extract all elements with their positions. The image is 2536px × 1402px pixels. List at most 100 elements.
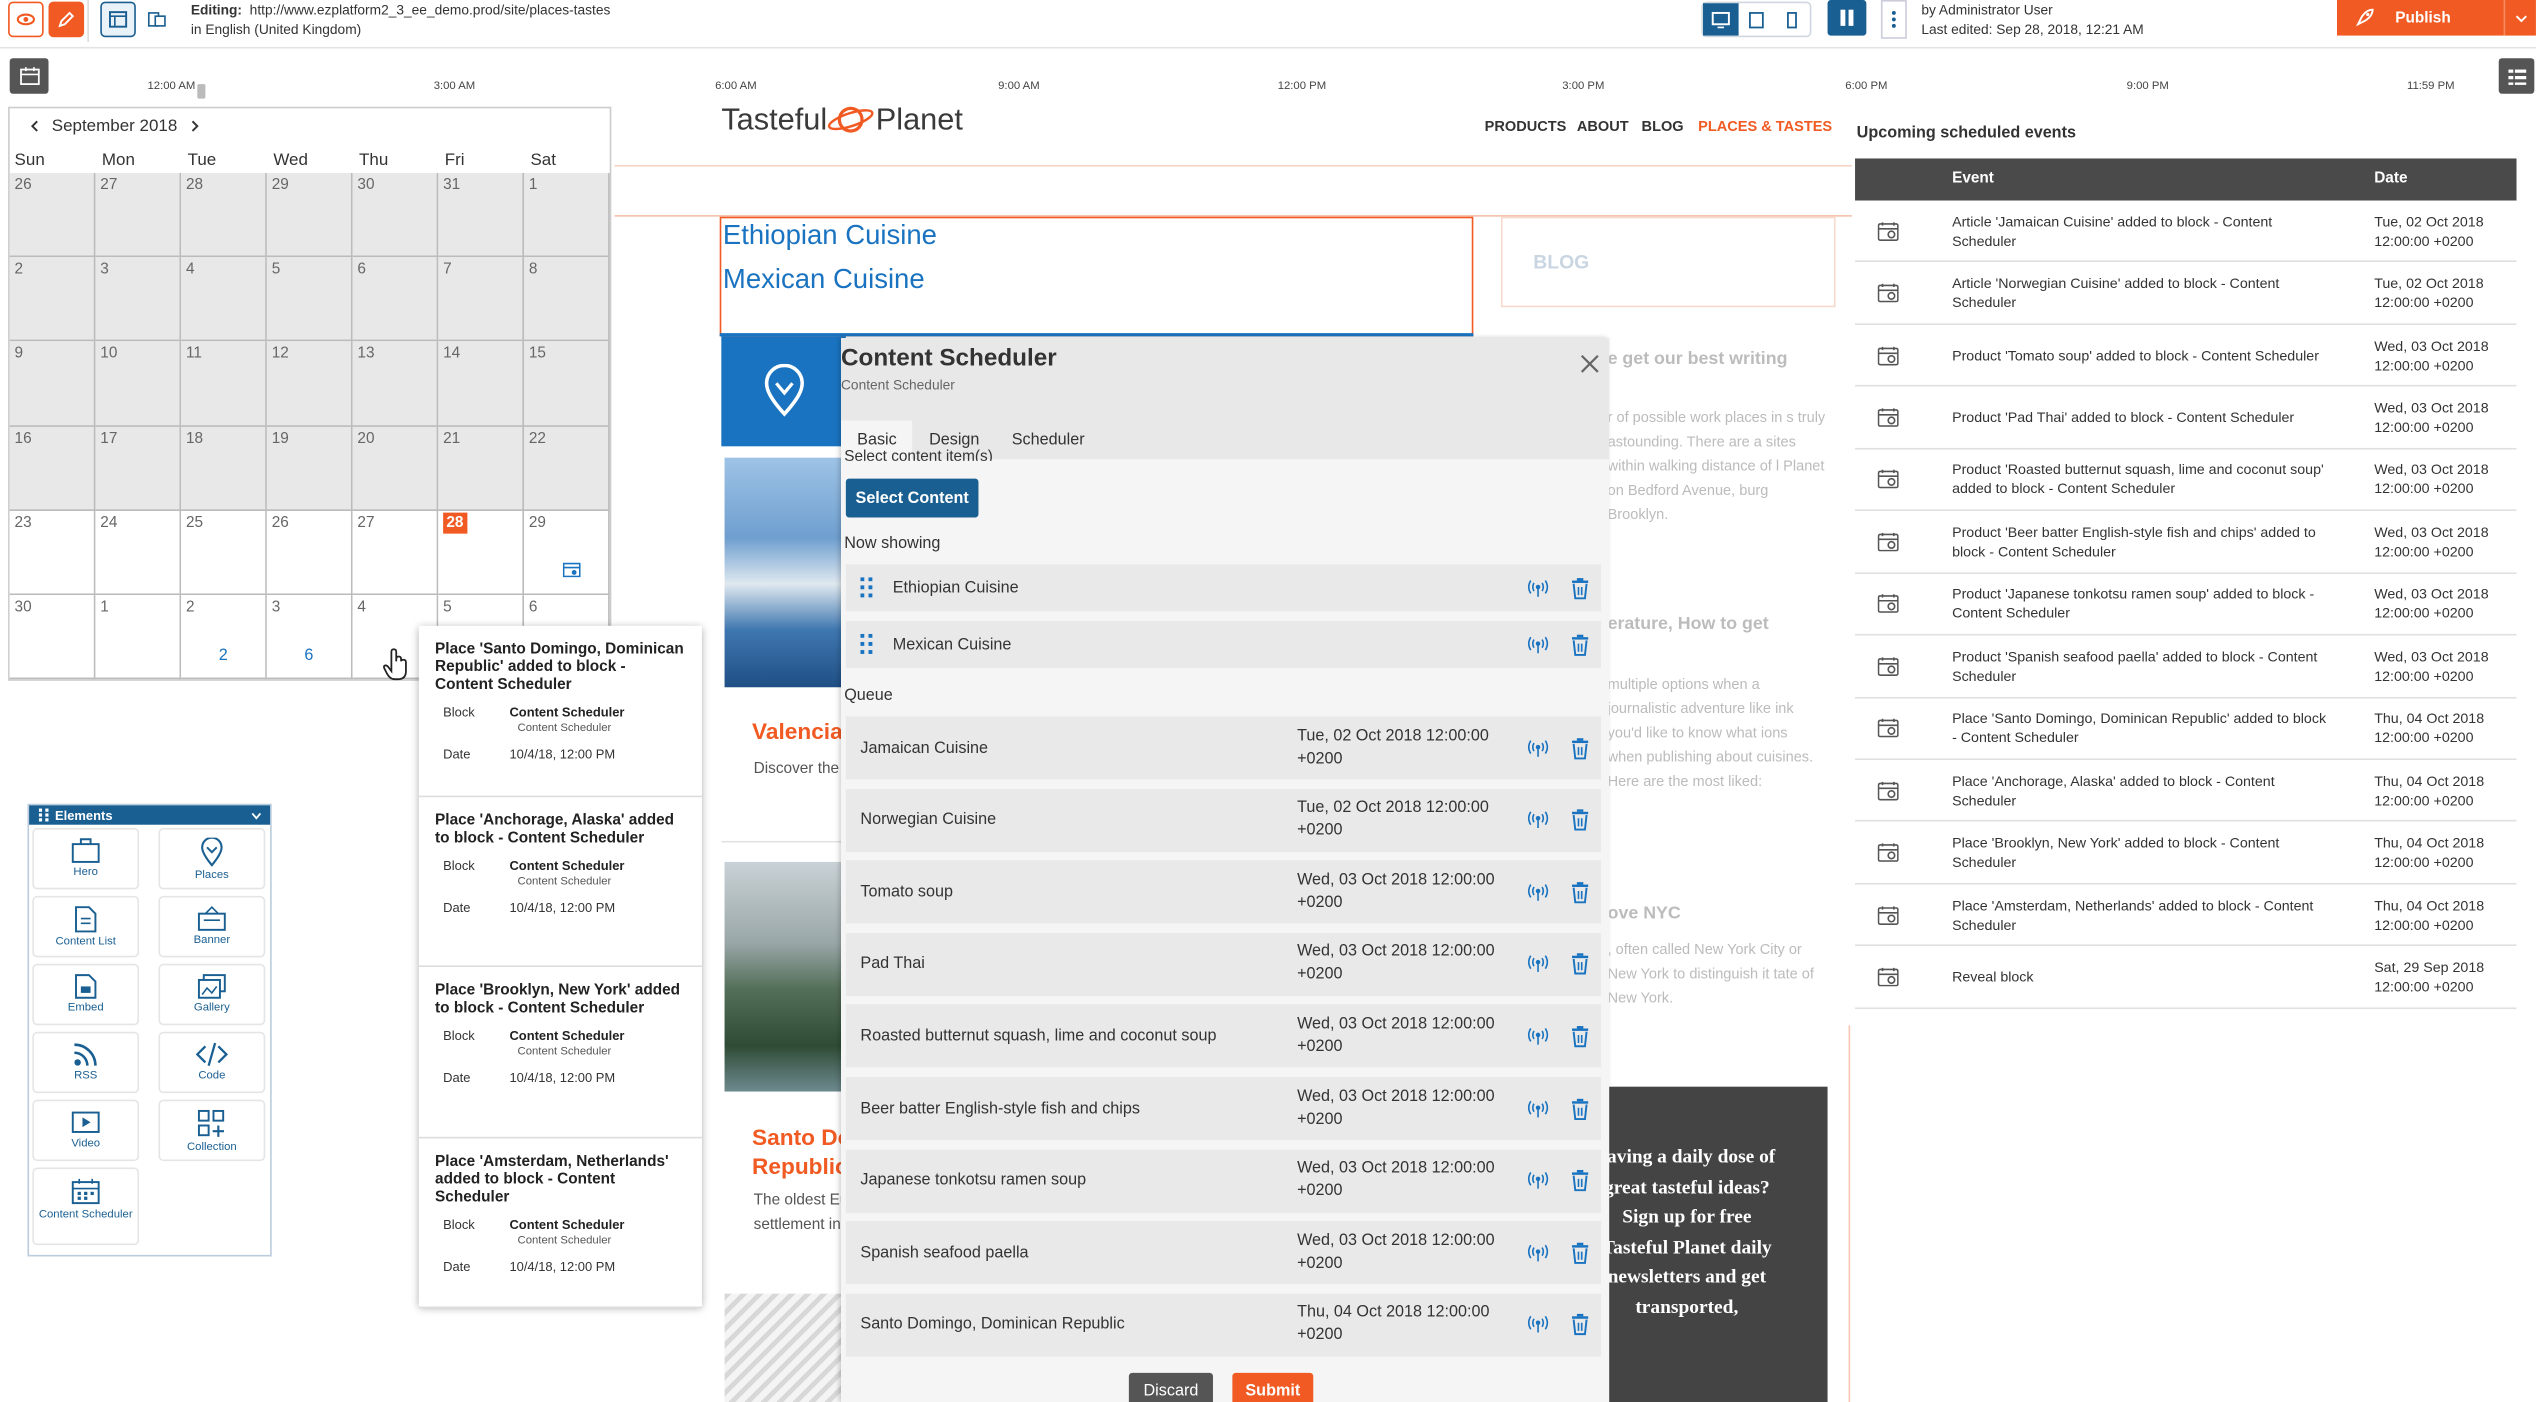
event-row[interactable]: Article 'Jamaican Cuisine' added to bloc… xyxy=(1855,201,2517,263)
now-showing-item[interactable]: Ethiopian Cuisine xyxy=(845,564,1602,612)
event-row[interactable]: Place 'Brooklyn, New York' added to bloc… xyxy=(1855,822,2517,885)
block-item-link[interactable]: Mexican Cuisine xyxy=(723,264,925,296)
calendar-day[interactable]: 14 xyxy=(438,341,525,427)
calendar-day[interactable]: 18 xyxy=(181,426,267,511)
blog-post-title[interactable]: ove NYC xyxy=(1608,904,1681,923)
edit-mode-button[interactable] xyxy=(48,1,85,38)
calendar-day[interactable]: 8 xyxy=(524,257,610,342)
queue-item[interactable]: Jamaican Cuisine Tue, 02 Oct 2018 12:00:0… xyxy=(845,716,1602,780)
tab-scheduler[interactable]: Scheduler xyxy=(996,420,1101,459)
trash-icon[interactable] xyxy=(1570,1025,1589,1048)
calendar-day[interactable]: 5 xyxy=(266,257,353,342)
calendar-day[interactable]: 10 xyxy=(95,341,182,427)
event-row[interactable]: Product 'Tomato soup' added to block - C… xyxy=(1855,325,2517,387)
calendar-day[interactable]: 26 xyxy=(266,510,353,595)
select-content-button[interactable]: Select Content xyxy=(845,478,979,518)
calendar-day[interactable]: 1 xyxy=(95,594,182,680)
calendar-day[interactable]: 27 xyxy=(352,510,439,595)
element-banner[interactable]: Banner xyxy=(158,895,266,958)
trash-icon[interactable] xyxy=(1570,576,1589,599)
preview-mode-button[interactable] xyxy=(8,1,44,38)
popup-event[interactable]: Place 'Anchorage, Alaska' added to block… xyxy=(418,796,702,968)
timeline-handle[interactable] xyxy=(197,84,206,99)
calendar-day[interactable]: 27 xyxy=(95,173,182,258)
queue-item[interactable]: Japanese tonkotsu ramen soup Wed, 03 Oct … xyxy=(845,1149,1602,1213)
calendar-day[interactable]: 25 xyxy=(181,510,267,595)
scheduled-event-icon[interactable] xyxy=(562,561,581,578)
discard-button[interactable]: Discard xyxy=(1128,1372,1213,1402)
event-row[interactable]: Product 'Spanish seafood paella' added t… xyxy=(1855,636,2517,698)
now-showing-item[interactable]: Mexican Cuisine xyxy=(845,620,1602,668)
desktop-preview-button[interactable] xyxy=(1703,3,1739,36)
event-count[interactable]: 6 xyxy=(267,647,351,665)
calendar-day[interactable]: 12 xyxy=(266,341,353,427)
popup-event[interactable]: Place 'Amsterdam, Netherlands' added to … xyxy=(418,1138,702,1309)
trash-icon[interactable] xyxy=(1570,881,1589,904)
more-options-button[interactable] xyxy=(1880,0,1907,39)
broadcast-icon[interactable] xyxy=(1527,1315,1550,1334)
element-embed[interactable]: Embed xyxy=(32,963,140,1026)
publish-button[interactable]: Publish xyxy=(2336,0,2536,36)
calendar-day[interactable]: 28 xyxy=(181,173,267,258)
event-row[interactable]: Product 'Beer batter English-style fish … xyxy=(1855,511,2517,574)
elements-panel-header[interactable]: Elements xyxy=(29,805,271,825)
queue-item[interactable]: Tomato soup Wed, 03 Oct 2018 12:00:00 +020… xyxy=(845,860,1602,924)
event-row[interactable]: Place 'Amsterdam, Netherlands' added to … xyxy=(1855,884,2517,947)
calendar-day[interactable]: 11 xyxy=(181,341,267,427)
element-code[interactable]: Code xyxy=(158,1031,266,1094)
mobile-preview-button[interactable] xyxy=(1774,3,1810,35)
trash-icon[interactable] xyxy=(1570,1314,1589,1337)
split-view-button[interactable] xyxy=(139,2,175,38)
broadcast-icon[interactable] xyxy=(1527,635,1550,654)
calendar-day[interactable]: 22 xyxy=(524,426,610,511)
calendar-day[interactable]: 24 xyxy=(95,510,182,595)
calendar-day[interactable]: 26 xyxy=(9,173,96,258)
blog-post-title[interactable]: e get our best writing xyxy=(1608,349,1788,368)
calendar-day[interactable]: 36 xyxy=(266,594,353,680)
popup-event[interactable]: Place 'Brooklyn, New York' added to bloc… xyxy=(418,967,702,1138)
calendar-day[interactable]: 21 xyxy=(438,426,525,511)
element-video[interactable]: Video xyxy=(32,1099,140,1162)
event-row[interactable]: Reveal block Sat, 29 Sep 2018 12:00:00 +02… xyxy=(1855,947,2517,1009)
calendar-day[interactable]: 13 xyxy=(352,341,439,427)
broadcast-icon[interactable] xyxy=(1527,1099,1550,1118)
chevron-down-icon[interactable] xyxy=(251,811,262,819)
card-title[interactable]: Valencia, xyxy=(752,718,849,744)
drag-handle-icon[interactable] xyxy=(38,808,49,822)
drag-handle-icon[interactable] xyxy=(860,633,873,655)
queue-item[interactable]: Pad Thai Wed, 03 Oct 2018 12:00:00 +0200 xyxy=(845,932,1602,996)
queue-item[interactable]: Roasted butternut squash, lime and cocon… xyxy=(845,1004,1602,1068)
event-count[interactable]: 2 xyxy=(181,647,265,665)
calendar-day[interactable]: 1 xyxy=(524,173,610,258)
timeline-toggle-button[interactable] xyxy=(1827,0,1867,36)
trash-icon[interactable] xyxy=(1570,633,1589,656)
calendar-day[interactable]: 15 xyxy=(524,341,610,427)
close-button[interactable] xyxy=(1578,353,1601,376)
event-row[interactable]: Place 'Santo Domingo, Dominican Republic… xyxy=(1855,698,2517,761)
queue-item[interactable]: Santo Domingo, Dominican Republic Thu, 04… xyxy=(845,1293,1602,1357)
calendar-day[interactable]: 22 xyxy=(181,594,267,680)
trash-icon[interactable] xyxy=(1570,809,1589,832)
broadcast-icon[interactable] xyxy=(1527,1243,1550,1262)
tablet-preview-button[interactable] xyxy=(1739,3,1775,35)
calendar-day[interactable]: 16 xyxy=(9,426,96,511)
element-content-scheduler[interactable]: Content Scheduler xyxy=(32,1167,140,1246)
publish-dropdown-toggle[interactable] xyxy=(2503,0,2536,36)
event-row[interactable]: Product 'Pad Thai' added to block - Cont… xyxy=(1855,387,2517,450)
drag-handle-icon[interactable] xyxy=(860,577,873,598)
calendar-day[interactable]: 30 xyxy=(352,173,439,258)
chevron-left-icon[interactable] xyxy=(29,120,39,133)
queue-item[interactable]: Beer batter English-style fish and chips… xyxy=(845,1076,1602,1141)
queue-item[interactable]: Norwegian Cuisine Tue, 02 Oct 2018 12:00:… xyxy=(845,788,1602,852)
submit-button[interactable]: Submit xyxy=(1232,1372,1314,1402)
trash-icon[interactable] xyxy=(1570,953,1589,976)
broadcast-icon[interactable] xyxy=(1527,882,1550,901)
broadcast-icon[interactable] xyxy=(1527,955,1550,974)
broadcast-icon[interactable] xyxy=(1527,810,1550,829)
calendar-day[interactable]: 6 xyxy=(352,257,439,342)
calendar-day[interactable]: 20 xyxy=(352,426,439,511)
event-row[interactable]: Product 'Japanese tonkotsu ramen soup' a… xyxy=(1855,574,2517,636)
chevron-right-icon[interactable] xyxy=(190,120,200,133)
calendar-day[interactable]: 30 xyxy=(9,594,96,680)
calendar-day[interactable]: 29 xyxy=(524,510,610,595)
